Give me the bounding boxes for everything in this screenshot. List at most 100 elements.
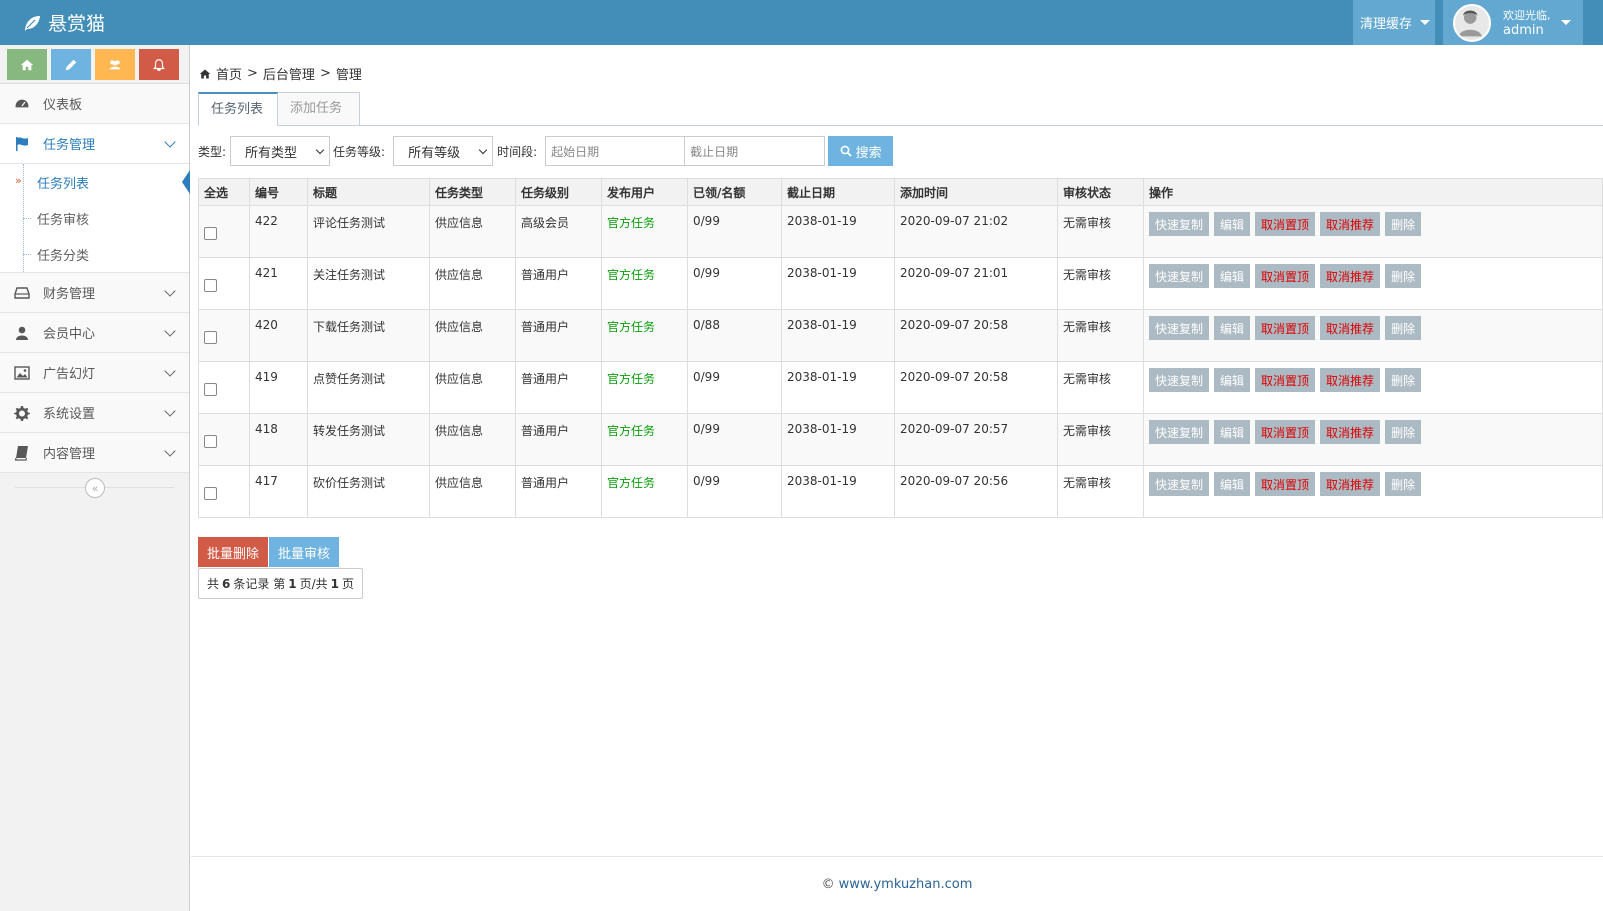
row-actions: 快速复制 编辑 取消置顶 取消推荐 删除 [1143, 361, 1603, 414]
filter-bar: 类型: 所有类型 任务等级: 所有等级 时间段: 起始日期 截止日期 搜索 [198, 136, 894, 166]
deadline: 2038-01-19 [781, 257, 895, 310]
publisher: 官方任务 [601, 413, 688, 466]
delete-button[interactable]: 删除 [1385, 316, 1422, 340]
welcome-text: 欢迎光临, [1503, 8, 1551, 22]
unrecommend-button[interactable]: 取消推荐 [1320, 264, 1381, 288]
sidebar-subitem-task-category[interactable]: 任务分类 [0, 236, 189, 272]
leaf-icon [25, 15, 40, 31]
unrecommend-button[interactable]: 取消推荐 [1320, 316, 1381, 340]
quick-copy-button[interactable]: 快速复制 [1149, 368, 1210, 392]
edit-button[interactable]: 编辑 [1214, 316, 1251, 340]
sidebar-shortcuts [0, 45, 189, 84]
shortcut-edit[interactable] [51, 49, 91, 80]
shortcut-notify[interactable] [139, 49, 179, 80]
row-actions: 快速复制 编辑 取消置顶 取消推荐 删除 [1143, 465, 1603, 518]
task-title: 下载任务测试 [307, 309, 430, 362]
row-checkbox[interactable] [204, 330, 217, 344]
tab-task-list[interactable]: 任务列表 [198, 92, 278, 126]
task-type: 供应信息 [429, 413, 516, 466]
footer-site-link[interactable]: www.ymkuzhan.com [839, 877, 973, 892]
tab-add-task[interactable]: 添加任务 [278, 92, 360, 126]
chevron-down-icon [164, 365, 176, 377]
unrecommend-button[interactable]: 取消推荐 [1320, 472, 1381, 496]
quick-copy-button[interactable]: 快速复制 [1149, 472, 1210, 496]
row-actions: 快速复制 编辑 取消置顶 取消推荐 删除 [1143, 205, 1603, 258]
breadcrumb-home[interactable]: 首页 [216, 64, 242, 83]
type-select[interactable]: 所有类型 [230, 136, 331, 166]
picture-icon [14, 365, 30, 380]
task-level: 普通用户 [515, 465, 602, 518]
edit-button[interactable]: 编辑 [1214, 264, 1251, 288]
header-select-all[interactable]: 全选 [198, 178, 250, 206]
delete-button[interactable]: 删除 [1385, 264, 1422, 288]
quick-copy-button[interactable]: 快速复制 [1149, 420, 1210, 444]
shortcut-users[interactable] [95, 49, 135, 80]
sidebar-item-dashboard[interactable]: 仪表板 [0, 84, 189, 124]
row-checkbox[interactable] [204, 278, 217, 292]
sidebar-item-member[interactable]: 会员中心 [0, 313, 189, 353]
task-type: 供应信息 [429, 465, 516, 518]
unpin-button[interactable]: 取消置顶 [1255, 316, 1316, 340]
sidebar-item-finance[interactable]: 财务管理 [0, 273, 189, 313]
row-checkbox[interactable] [204, 226, 217, 240]
delete-button[interactable]: 删除 [1385, 472, 1422, 496]
unpin-button[interactable]: 取消置顶 [1255, 212, 1316, 236]
row-checkbox[interactable] [204, 382, 217, 396]
review-status: 无需审核 [1057, 361, 1144, 414]
copyright-symbol: © [821, 876, 835, 892]
type-select-value: 所有类型 [245, 145, 298, 161]
sidebar-subitem-task-list[interactable]: » 任务列表 [0, 164, 190, 200]
quick-copy-button[interactable]: 快速复制 [1149, 212, 1210, 236]
row-checkbox[interactable] [204, 486, 217, 500]
header-publisher: 发布用户 [601, 178, 688, 206]
shortcut-home[interactable] [7, 49, 47, 80]
start-date-input[interactable]: 起始日期 [545, 136, 686, 166]
user-menu[interactable]: 欢迎光临, admin [1443, 0, 1583, 45]
sidebar-subitem-label: 任务列表 [37, 176, 90, 192]
deadline: 2038-01-19 [781, 205, 895, 258]
unrecommend-button[interactable]: 取消推荐 [1320, 212, 1381, 236]
edit-button[interactable]: 编辑 [1214, 368, 1251, 392]
unpin-button[interactable]: 取消置顶 [1255, 472, 1316, 496]
unrecommend-button[interactable]: 取消推荐 [1320, 368, 1381, 392]
sidebar-subitem-task-review[interactable]: 任务审核 [0, 200, 189, 236]
footer: © www.ymkuzhan.com [191, 856, 1603, 911]
unpin-button[interactable]: 取消置顶 [1255, 368, 1316, 392]
breadcrumb-admin[interactable]: 后台管理 [263, 64, 315, 83]
quick-copy-button[interactable]: 快速复制 [1149, 264, 1210, 288]
sidebar-item-task-management[interactable]: 任务管理 [0, 124, 189, 164]
delete-button[interactable]: 删除 [1385, 212, 1422, 236]
task-table: 全选 编号 标题 任务类型 任务级别 发布用户 已领/名额 截止日期 添加时间 … [198, 178, 1603, 518]
unpin-button[interactable]: 取消置顶 [1255, 420, 1316, 444]
sidebar-item-ads[interactable]: 广告幻灯 [0, 353, 189, 393]
bulk-delete-button[interactable]: 批量删除 [198, 537, 268, 567]
deadline: 2038-01-19 [781, 361, 895, 414]
row-checkbox[interactable] [204, 434, 217, 448]
unrecommend-button[interactable]: 取消推荐 [1320, 420, 1381, 444]
added-time: 2020-09-07 20:58 [894, 361, 1058, 414]
unpin-button[interactable]: 取消置顶 [1255, 264, 1316, 288]
sidebar-item-settings[interactable]: 系统设置 [0, 393, 189, 433]
quota: 0/99 [687, 257, 782, 310]
quick-copy-button[interactable]: 快速复制 [1149, 316, 1210, 340]
brand[interactable]: 悬赏猫 [22, 9, 105, 36]
delete-button[interactable]: 删除 [1385, 420, 1422, 444]
end-date-input[interactable]: 截止日期 [685, 136, 826, 166]
sidebar-item-content[interactable]: 内容管理 [0, 433, 189, 473]
search-button[interactable]: 搜索 [828, 136, 894, 166]
edit-button[interactable]: 编辑 [1214, 212, 1251, 236]
task-title: 转发任务测试 [307, 413, 430, 466]
clear-cache-dropdown[interactable]: 清理缓存 [1353, 0, 1435, 45]
caret-down-icon [1420, 20, 1431, 25]
chevron-down-icon [315, 145, 325, 154]
search-button-label: 搜索 [855, 145, 882, 161]
edit-button[interactable]: 编辑 [1214, 472, 1251, 496]
sidebar-collapse-button[interactable]: « [85, 478, 105, 498]
added-time: 2020-09-07 21:02 [894, 205, 1058, 258]
delete-button[interactable]: 删除 [1385, 368, 1422, 392]
edit-button[interactable]: 编辑 [1214, 420, 1251, 444]
sidebar-subitem-label: 任务审核 [37, 212, 90, 228]
task-title: 点赞任务测试 [307, 361, 430, 414]
level-select[interactable]: 所有等级 [393, 136, 494, 166]
bulk-audit-button[interactable]: 批量审核 [269, 537, 339, 567]
